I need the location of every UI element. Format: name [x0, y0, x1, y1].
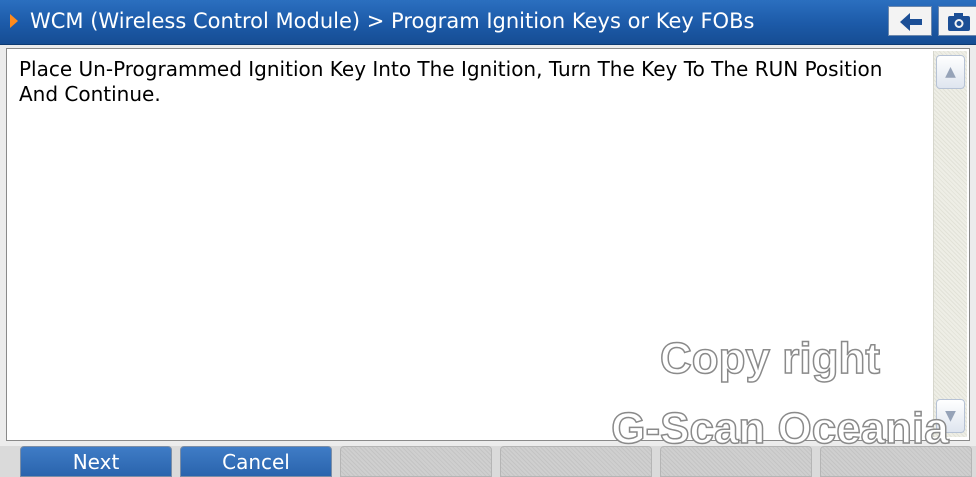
back-button[interactable] [888, 6, 932, 36]
title-bar: WCM (Wireless Control Module) > Program … [0, 0, 976, 45]
watermark-copyright: Copy right [659, 333, 880, 384]
screenshot-button[interactable] [938, 6, 976, 36]
watermark-company: G-Scan Oceania [611, 403, 950, 454]
function-button-3 [340, 446, 492, 477]
instruction-text: Place Un-Programmed Ignition Key Into Th… [19, 57, 883, 106]
cancel-button[interactable]: Cancel [180, 446, 332, 477]
camera-icon [948, 13, 970, 31]
chevron-up-icon: ▲ [945, 64, 956, 80]
vertical-scrollbar[interactable]: ▲ ▼ [933, 51, 967, 437]
scroll-up-button[interactable]: ▲ [936, 55, 965, 89]
back-arrow-icon [900, 13, 922, 31]
breadcrumb-arrow-icon [10, 14, 18, 28]
next-button[interactable]: Next [20, 446, 172, 477]
breadcrumb-title: WCM (Wireless Control Module) > Program … [30, 9, 755, 33]
